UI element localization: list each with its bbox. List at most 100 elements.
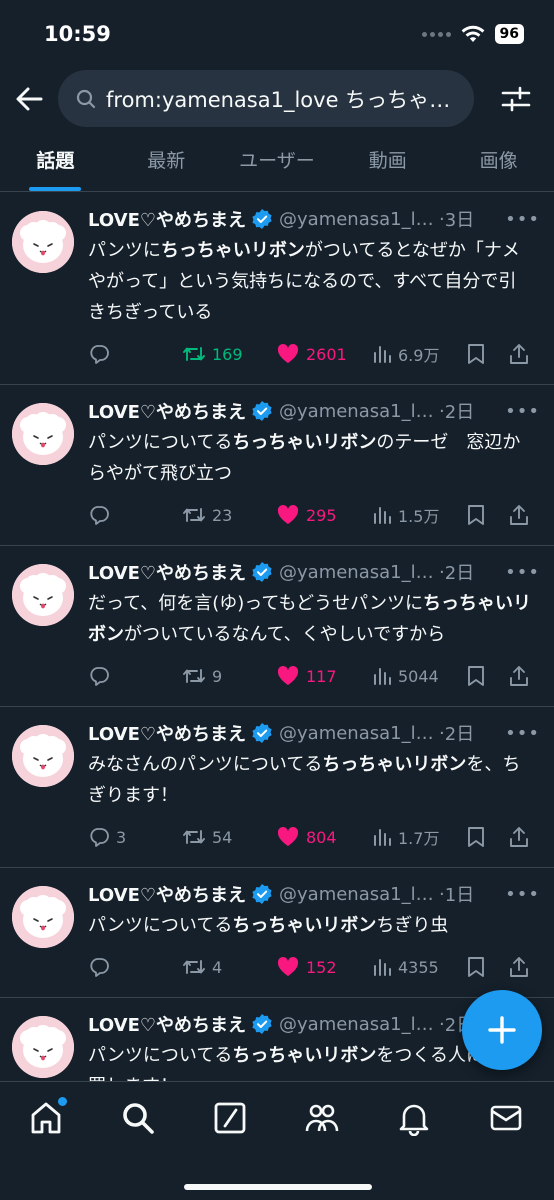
nav-communities[interactable] <box>304 1100 340 1136</box>
home-icon <box>31 1102 61 1134</box>
share-icon <box>510 344 528 364</box>
tab-2[interactable]: ユーザー <box>222 134 333 191</box>
filter-sliders-icon[interactable] <box>500 83 532 115</box>
author-name[interactable]: LOVE♡やめちまえ <box>88 881 246 907</box>
views-button[interactable]: 5044 <box>372 666 466 686</box>
reply-icon <box>90 506 109 525</box>
like-button[interactable]: 2601 <box>276 343 372 365</box>
like-button[interactable]: 152 <box>276 956 372 978</box>
author-handle: @yamenasa1_love <box>279 883 440 905</box>
avatar[interactable] <box>12 564 74 626</box>
avatar-dog-icon <box>12 725 74 787</box>
bookmark-button[interactable] <box>466 826 508 848</box>
plus-icon <box>488 1016 516 1044</box>
status-bar: 10:59 96 <box>0 0 554 62</box>
bookmark-button[interactable] <box>466 504 508 526</box>
tweet-text: パンツにちっちゃいリボンがついてるとなぜか「ナメやがって」という気持ちになるので… <box>88 240 520 323</box>
like-button[interactable]: 295 <box>276 504 372 526</box>
retweet-icon <box>183 960 205 974</box>
search-header: from:yamenasa1_love ちっちゃいリボン <box>0 66 554 130</box>
share-button[interactable] <box>508 956 530 978</box>
tweet-item[interactable]: ••• LOVE♡やめちまえ @yamenasa1_love · 2日みなさんのパンツに… <box>0 707 554 868</box>
back-arrow-icon[interactable] <box>12 82 46 116</box>
avatar[interactable] <box>12 403 74 465</box>
reply-button[interactable]: 3 <box>88 826 182 848</box>
more-options-icon[interactable]: ••• <box>505 209 540 230</box>
bookmark-icon <box>468 505 484 525</box>
views-button[interactable]: 1.5万 <box>372 503 466 527</box>
like-button[interactable]: 117 <box>276 665 372 687</box>
retweet-icon <box>183 830 205 844</box>
search-input[interactable]: from:yamenasa1_love ちっちゃいリボン <box>58 70 474 127</box>
retweet-button[interactable]: 169 <box>182 343 276 365</box>
tweet-item[interactable]: ••• LOVE♡やめちまえ @yamenasa1_love · 3日 パンツにちっちゃい… <box>0 193 554 385</box>
author-name[interactable]: LOVE♡やめちまえ <box>88 398 246 424</box>
avatar[interactable] <box>12 1016 74 1078</box>
tweet-text: だって、何を言(ゆ)ってもどうせパンツにちっちゃいリボンがついているなんて、くや… <box>88 593 531 645</box>
tweet-item[interactable]: •••LOVE♡やめちまえ@yamenasa1_love·2日パンツについてるち… <box>0 385 554 546</box>
reply-button[interactable] <box>88 504 182 526</box>
author-name[interactable]: LOVE♡やめちまえ <box>88 206 246 232</box>
reply-button[interactable] <box>88 665 182 687</box>
tweet-actions: 9 117 5044 <box>88 662 540 690</box>
more-options-icon[interactable]: ••• <box>505 884 540 905</box>
tweet-actions: 169 2601 6.9万 <box>88 340 540 368</box>
nav-home[interactable] <box>28 1097 67 1136</box>
nav-notifications[interactable] <box>396 1100 432 1137</box>
tweet-item[interactable]: ••• LOVE♡やめちまえ @yamenasa1_love · 1日 パンツについてるち… <box>0 868 554 998</box>
tab-0[interactable]: 話題 <box>0 134 111 191</box>
reply-button[interactable] <box>88 956 182 978</box>
nav-search[interactable] <box>120 1100 156 1136</box>
author-name[interactable]: LOVE♡やめちまえ <box>88 1011 246 1037</box>
views-button[interactable]: 4355 <box>372 957 466 977</box>
like-count: 117 <box>306 666 337 686</box>
avatar[interactable] <box>12 886 74 948</box>
nav-grok[interactable] <box>212 1100 248 1136</box>
retweet-icon <box>183 669 205 683</box>
avatar-dog-icon <box>12 564 74 626</box>
bookmark-button[interactable] <box>466 343 508 365</box>
avatar-dog-icon <box>12 403 74 465</box>
views-button[interactable]: 6.9万 <box>372 342 466 366</box>
tweet-item[interactable]: ••• LOVE♡やめちまえ @yamenasa1_love · 2日 だって、何を言(ゆ… <box>0 546 554 707</box>
more-options-icon[interactable]: ••• <box>505 562 540 583</box>
tweet-text: みなさんのパンツについてるちっちゃいリボンを、ちぎります！ <box>88 754 521 806</box>
view-count: 6.9万 <box>398 346 440 365</box>
retweet-button[interactable]: 54 <box>182 826 276 848</box>
more-options-icon[interactable]: ••• <box>505 723 540 744</box>
verified-badge-icon <box>252 562 272 582</box>
tweet-time: 3日 <box>444 210 475 231</box>
share-button[interactable] <box>508 826 530 848</box>
share-icon <box>510 957 528 977</box>
like-button[interactable]: 804 <box>276 826 372 848</box>
retweet-button[interactable]: 23 <box>182 504 276 526</box>
bookmark-button[interactable] <box>466 956 508 978</box>
retweet-button[interactable]: 4 <box>182 956 276 978</box>
author-name[interactable]: LOVE♡やめちまえ <box>88 720 246 746</box>
tweet-actions: 23 295 1.5万 <box>88 501 540 529</box>
bookmark-button[interactable] <box>466 665 508 687</box>
tab-4[interactable]: 画像 <box>443 134 554 191</box>
share-button[interactable] <box>508 504 530 526</box>
nav-messages[interactable] <box>488 1100 524 1136</box>
tab-1[interactable]: 最新 <box>111 134 222 191</box>
views-chart-icon <box>374 346 391 363</box>
retweet-button[interactable]: 9 <box>182 665 276 687</box>
heart-icon <box>277 343 299 363</box>
reply-button[interactable] <box>88 343 182 365</box>
search-query: from:yamenasa1_love ちっちゃいリボン <box>106 87 466 112</box>
views-button[interactable]: 1.7万 <box>372 825 466 849</box>
tweet-header: LOVE♡やめちまえ @yamenasa1_love · 2日 <box>88 719 540 747</box>
share-button[interactable] <box>508 343 530 365</box>
avatar-dog-icon <box>12 886 74 948</box>
compose-button[interactable] <box>462 990 542 1070</box>
share-button[interactable] <box>508 665 530 687</box>
tab-3[interactable]: 動画 <box>332 134 443 191</box>
avatar[interactable] <box>12 211 74 273</box>
reply-icon <box>90 667 109 686</box>
retweet-count: 9 <box>212 666 223 686</box>
share-icon <box>510 827 528 847</box>
more-options-icon[interactable]: ••• <box>505 401 540 422</box>
avatar[interactable] <box>12 725 74 787</box>
author-name[interactable]: LOVE♡やめちまえ <box>88 559 246 585</box>
